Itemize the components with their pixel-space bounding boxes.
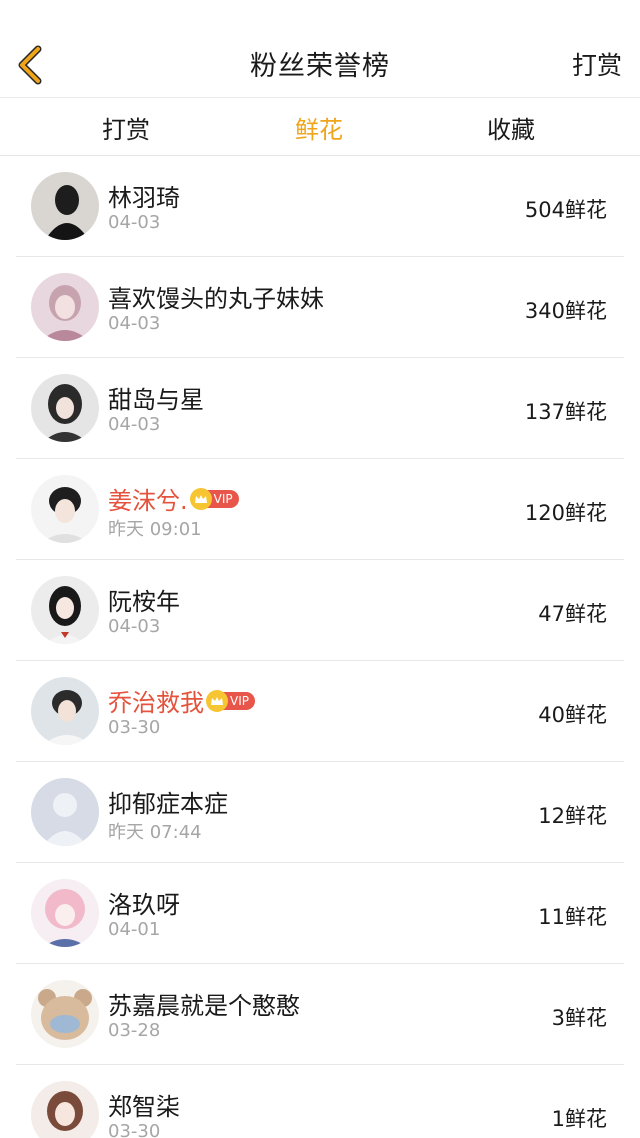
flower-count: 137鲜花 [524, 400, 607, 424]
avatar [31, 879, 99, 947]
fan-name: 姜沫兮. VIP [108, 481, 239, 516]
flower-count: 1鲜花 [551, 1107, 607, 1131]
flower-count: 120鲜花 [524, 501, 607, 525]
avatar [31, 374, 99, 442]
fan-name: 洛玖呀 [108, 891, 180, 919]
avatar [31, 172, 99, 240]
fan-name-text: 乔治救我 [108, 689, 204, 717]
fan-date: 03-30 [108, 1121, 161, 1138]
flower-count: 504鲜花 [524, 198, 607, 222]
avatar [31, 576, 99, 644]
list-item[interactable]: 郑智柒 03-30 1鲜花 [0, 1065, 640, 1138]
avatar [31, 273, 99, 341]
fan-date: 03-30 [108, 717, 161, 738]
tab-flowers[interactable]: 鲜花 [264, 110, 374, 145]
tab-reward[interactable]: 打赏 [71, 110, 181, 145]
fan-date: 04-01 [108, 919, 161, 940]
fan-name: 乔治救我 VIP [108, 683, 255, 718]
fan-name: 郑智柒 [108, 1093, 180, 1121]
avatar [31, 475, 99, 543]
fan-name: 苏嘉晨就是个憨憨 [108, 992, 300, 1020]
fan-date: 04-03 [108, 616, 161, 637]
vip-badge: VIP [206, 689, 255, 712]
flower-count: 40鲜花 [538, 703, 607, 727]
fan-date: 昨天 07:44 [108, 822, 202, 843]
nav-header: 粉丝荣誉榜 打赏 [0, 0, 640, 98]
tab-bar: 打赏 鲜花 收藏 [0, 98, 640, 156]
fan-name: 喜欢馒头的丸子妹妹 [108, 285, 324, 313]
list-item[interactable]: 洛玖呀 04-01 11鲜花 [0, 863, 640, 964]
list-item[interactable]: 姜沫兮. VIP 昨天 09:01 120鲜花 [0, 459, 640, 560]
fan-date: 04-03 [108, 212, 161, 233]
fan-date: 04-03 [108, 414, 161, 435]
reward-button[interactable]: 打赏 [572, 46, 622, 82]
fan-name: 抑郁症本症 [108, 790, 228, 818]
avatar [31, 1081, 99, 1138]
flower-count: 340鲜花 [524, 299, 607, 323]
fan-name-text: 姜沫兮. [108, 487, 188, 515]
fan-name: 阮桉年 [108, 588, 180, 616]
flower-count: 3鲜花 [551, 1006, 607, 1030]
flower-count: 12鲜花 [538, 804, 607, 828]
crown-icon [206, 689, 228, 712]
fan-date: 03-28 [108, 1020, 161, 1041]
flower-count: 11鲜花 [538, 905, 607, 929]
list-item[interactable]: 林羽琦 04-03 504鲜花 [0, 156, 640, 257]
avatar [31, 980, 99, 1048]
fan-date: 昨天 09:01 [108, 519, 202, 540]
list-item[interactable]: 苏嘉晨就是个憨憨 03-28 3鲜花 [0, 964, 640, 1065]
list-item[interactable]: 喜欢馒头的丸子妹妹 04-03 340鲜花 [0, 257, 640, 358]
fan-name: 甜岛与星 [108, 386, 204, 414]
tab-favorites[interactable]: 收藏 [456, 110, 566, 145]
fan-list: 林羽琦 04-03 504鲜花 喜欢馒头的丸子妹妹 04-03 340鲜花 甜岛… [0, 156, 640, 1138]
vip-badge: VIP [189, 487, 239, 510]
list-item[interactable]: 乔治救我 VIP 03-30 40鲜花 [0, 661, 640, 762]
page-title: 粉丝荣誉榜 [250, 51, 390, 82]
default-avatar-icon [31, 778, 99, 846]
list-item[interactable]: 阮桉年 04-03 47鲜花 [0, 560, 640, 661]
avatar [31, 677, 99, 745]
fan-name: 林羽琦 [108, 184, 180, 212]
list-item[interactable]: 甜岛与星 04-03 137鲜花 [0, 358, 640, 459]
flower-count: 47鲜花 [538, 602, 607, 626]
crown-icon [189, 487, 212, 510]
list-item[interactable]: 抑郁症本症 昨天 07:44 12鲜花 [0, 762, 640, 863]
fan-date: 04-03 [108, 313, 161, 334]
